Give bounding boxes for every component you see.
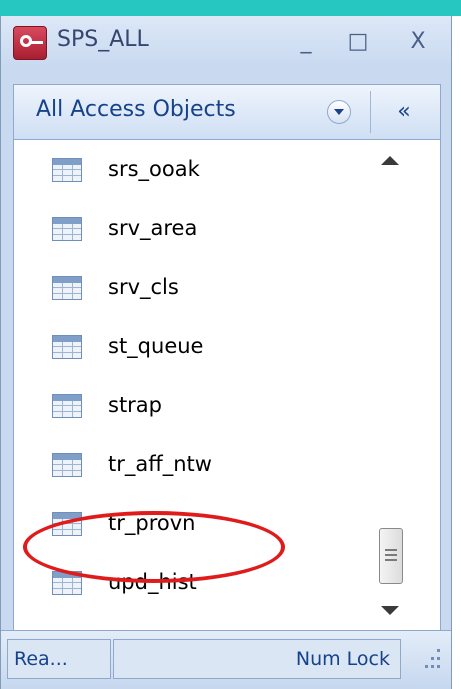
status-ready-text: Rea... bbox=[14, 648, 68, 670]
window-title: SPS_ALL bbox=[57, 27, 149, 52]
chevron-down-icon bbox=[334, 109, 344, 115]
grip-dot bbox=[431, 665, 434, 668]
highlight-annotation bbox=[23, 511, 285, 583]
grip-dot bbox=[437, 665, 440, 668]
access-window: SPS_ALL _ □ X All Access Objects « srs_o… bbox=[0, 16, 452, 689]
status-bar: Rea... Num Lock bbox=[1, 630, 451, 689]
scroll-down-icon[interactable] bbox=[381, 606, 399, 615]
list-item-label: srv_area bbox=[108, 216, 198, 240]
key-icon-bar bbox=[29, 41, 43, 44]
table-icon bbox=[52, 158, 82, 182]
maximize-button[interactable]: □ bbox=[338, 24, 378, 60]
access-app-icon[interactable] bbox=[13, 26, 47, 60]
grip-line bbox=[385, 554, 397, 556]
list-item[interactable]: st_queue bbox=[14, 321, 369, 380]
grip-dot bbox=[437, 649, 440, 652]
list-item[interactable]: srv_area bbox=[14, 203, 369, 262]
vertical-scrollbar[interactable] bbox=[367, 140, 415, 630]
table-icon bbox=[52, 276, 82, 300]
scroll-up-icon[interactable] bbox=[381, 156, 399, 165]
list-item[interactable]: srs_ooak bbox=[14, 144, 369, 203]
status-numlock-cell: Num Lock bbox=[113, 639, 401, 679]
list-item-partial[interactable] bbox=[14, 616, 369, 630]
status-numlock-text: Num Lock bbox=[295, 648, 390, 670]
top-strip bbox=[0, 0, 461, 16]
table-icon bbox=[52, 217, 82, 241]
list-item[interactable]: strap bbox=[14, 380, 369, 439]
scroll-thumb[interactable] bbox=[379, 528, 403, 584]
list-item[interactable]: srv_cls bbox=[14, 262, 369, 321]
title-bar[interactable]: SPS_ALL _ □ X bbox=[1, 16, 451, 68]
list-item-label: strap bbox=[108, 393, 163, 417]
access-screenshot: SPS_ALL _ □ X All Access Objects « srs_o… bbox=[0, 0, 461, 689]
list-item-label: srv_cls bbox=[108, 275, 179, 299]
list-item[interactable]: tr_aff_ntw bbox=[14, 439, 369, 498]
list-item-label: st_queue bbox=[108, 334, 204, 358]
close-button[interactable]: X bbox=[398, 24, 438, 60]
table-icon bbox=[52, 335, 82, 359]
resize-grip-icon[interactable] bbox=[415, 641, 445, 679]
status-ready-cell: Rea... bbox=[7, 639, 111, 679]
grip-dot bbox=[431, 657, 434, 660]
list-item-label: tr_aff_ntw bbox=[108, 452, 212, 476]
navigation-dropdown-button[interactable] bbox=[327, 100, 351, 124]
navigation-pane-title[interactable]: All Access Objects bbox=[36, 97, 236, 122]
navigation-pane-header[interactable]: All Access Objects « bbox=[13, 84, 441, 140]
grip-dot bbox=[425, 665, 428, 668]
table-icon bbox=[52, 394, 82, 418]
collapse-pane-button[interactable]: « bbox=[384, 97, 424, 127]
grip-line bbox=[385, 559, 397, 561]
header-divider bbox=[370, 91, 371, 133]
minimize-button[interactable]: _ bbox=[286, 24, 326, 60]
table-icon bbox=[52, 453, 82, 477]
list-item-label: srs_ooak bbox=[108, 157, 200, 181]
grip-line bbox=[385, 549, 397, 551]
grip-dot bbox=[437, 657, 440, 660]
